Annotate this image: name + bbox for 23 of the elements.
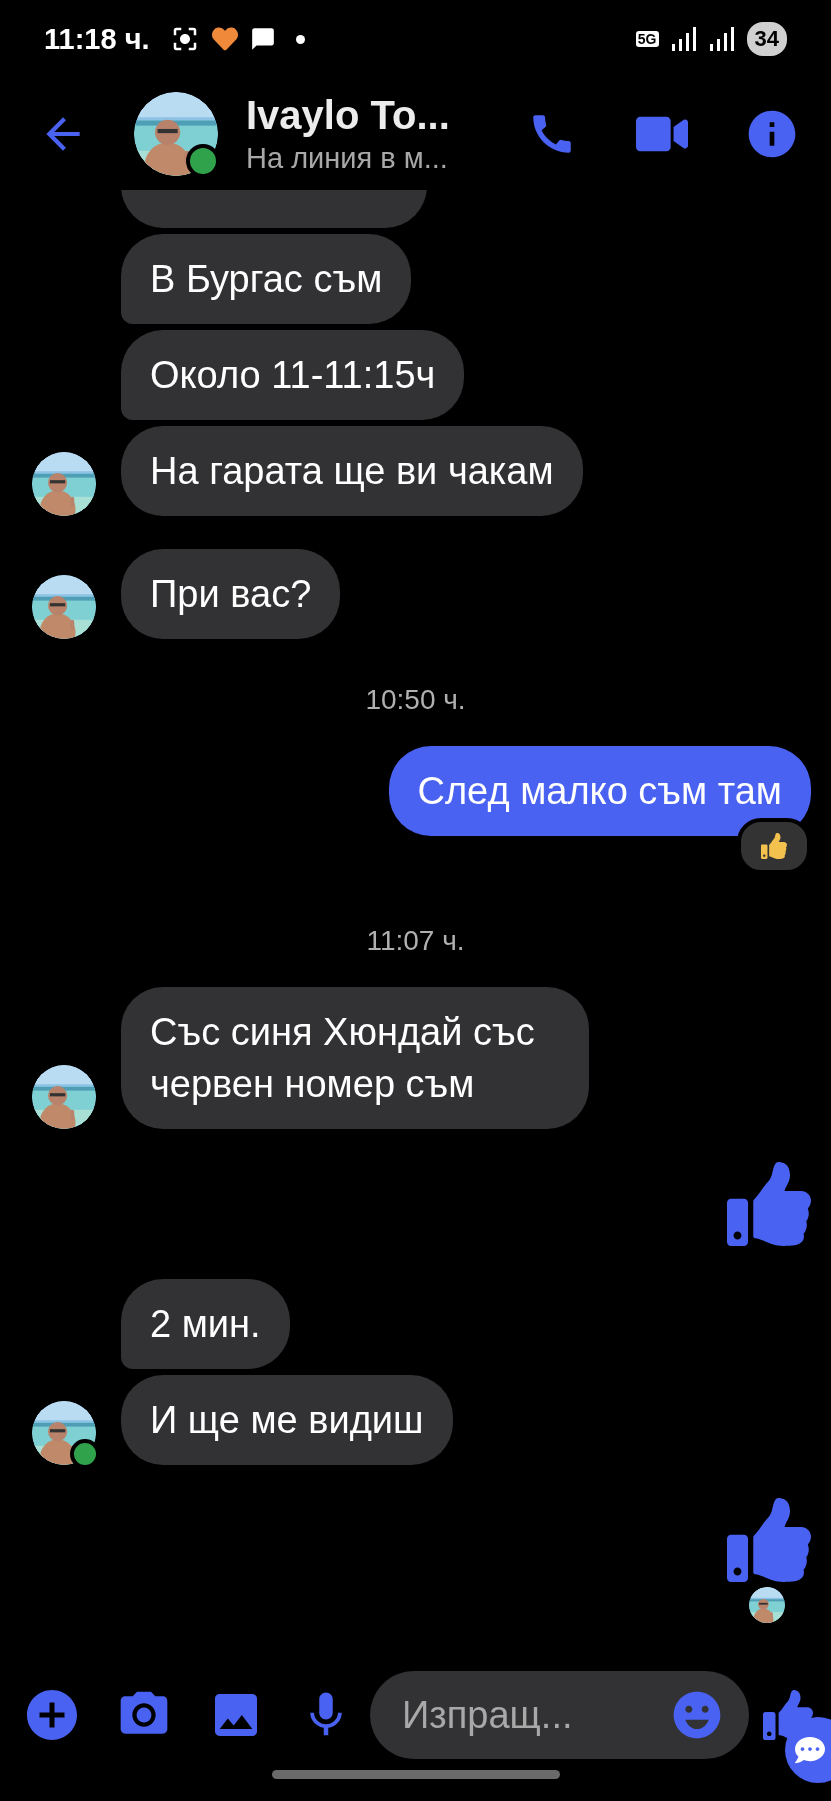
message-bubble: В Бургас съм <box>121 234 412 324</box>
timestamp: 11:07 ч. <box>365 924 466 958</box>
battery-level: 34 <box>746 22 787 56</box>
chat-bubble-icon <box>249 26 276 52</box>
dot-icon <box>295 34 305 44</box>
message-bubble: При вас? <box>121 549 341 639</box>
contact-name: Ivaylo To... <box>246 93 451 138</box>
message-bubble: И ще ме видиш <box>121 1375 453 1465</box>
contact-status: На линия в м... <box>246 142 449 175</box>
status-time: 11:18 ч. <box>44 22 150 56</box>
timestamp: 10:50 ч. <box>364 683 467 717</box>
signal-icon <box>708 26 735 52</box>
like-button[interactable] <box>763 1690 813 1740</box>
message-field[interactable]: Изпращ... <box>370 1671 749 1759</box>
message-bubble: На гарата ще ви чакам <box>121 426 583 516</box>
signal-icon <box>670 26 697 52</box>
network-label: 5G <box>635 31 659 47</box>
text-input[interactable]: Изпращ... <box>400 1692 669 1738</box>
message-bubble: Със синя Хюндай със червен номер съм <box>121 987 589 1129</box>
message-bubble: Около 11-11:15ч <box>121 330 465 420</box>
message-bubble: 2 мин. <box>121 1279 290 1369</box>
heart-icon <box>211 26 238 52</box>
thumbs-up-icon <box>727 1498 811 1582</box>
